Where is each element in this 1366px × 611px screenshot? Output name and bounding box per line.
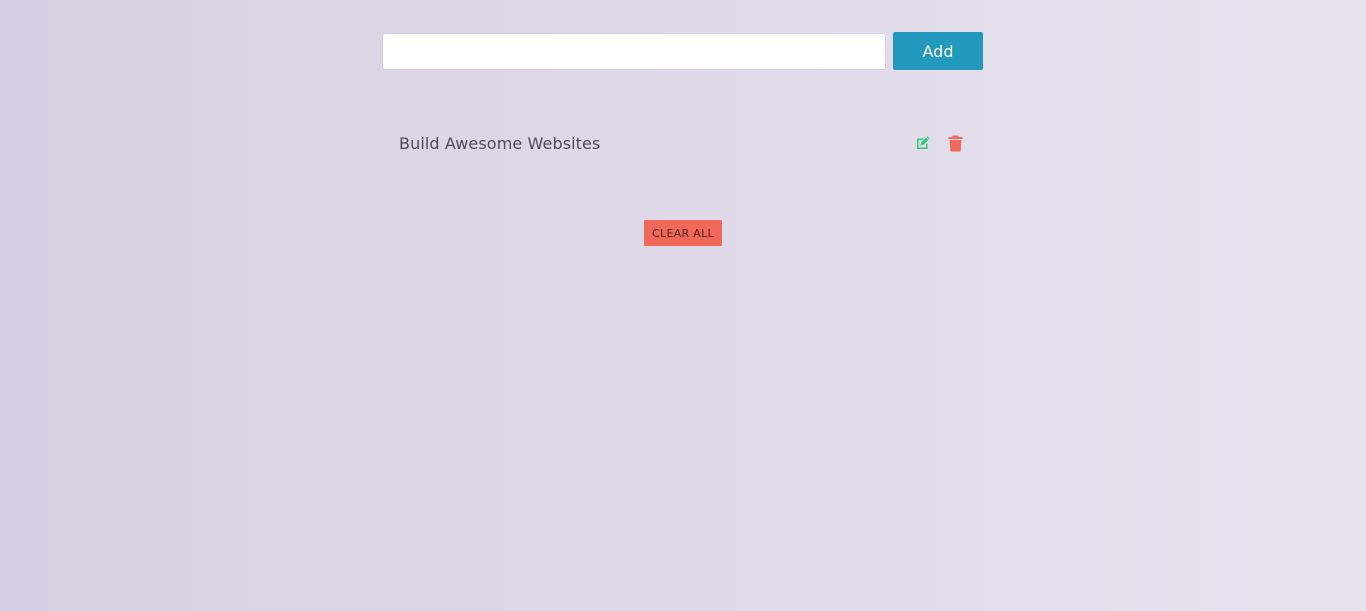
edit-icon[interactable]	[913, 133, 933, 153]
add-task-form: Add	[382, 32, 983, 70]
task-input[interactable]	[382, 33, 886, 70]
add-button[interactable]: Add	[893, 32, 983, 70]
task-label: Build Awesome Websites	[399, 134, 601, 153]
task-list: Build Awesome Websites	[382, 125, 983, 165]
clear-all-button[interactable]: CLEAR ALL	[644, 220, 722, 246]
trash-icon[interactable]	[945, 133, 965, 153]
list-item: Build Awesome Websites	[382, 125, 983, 165]
